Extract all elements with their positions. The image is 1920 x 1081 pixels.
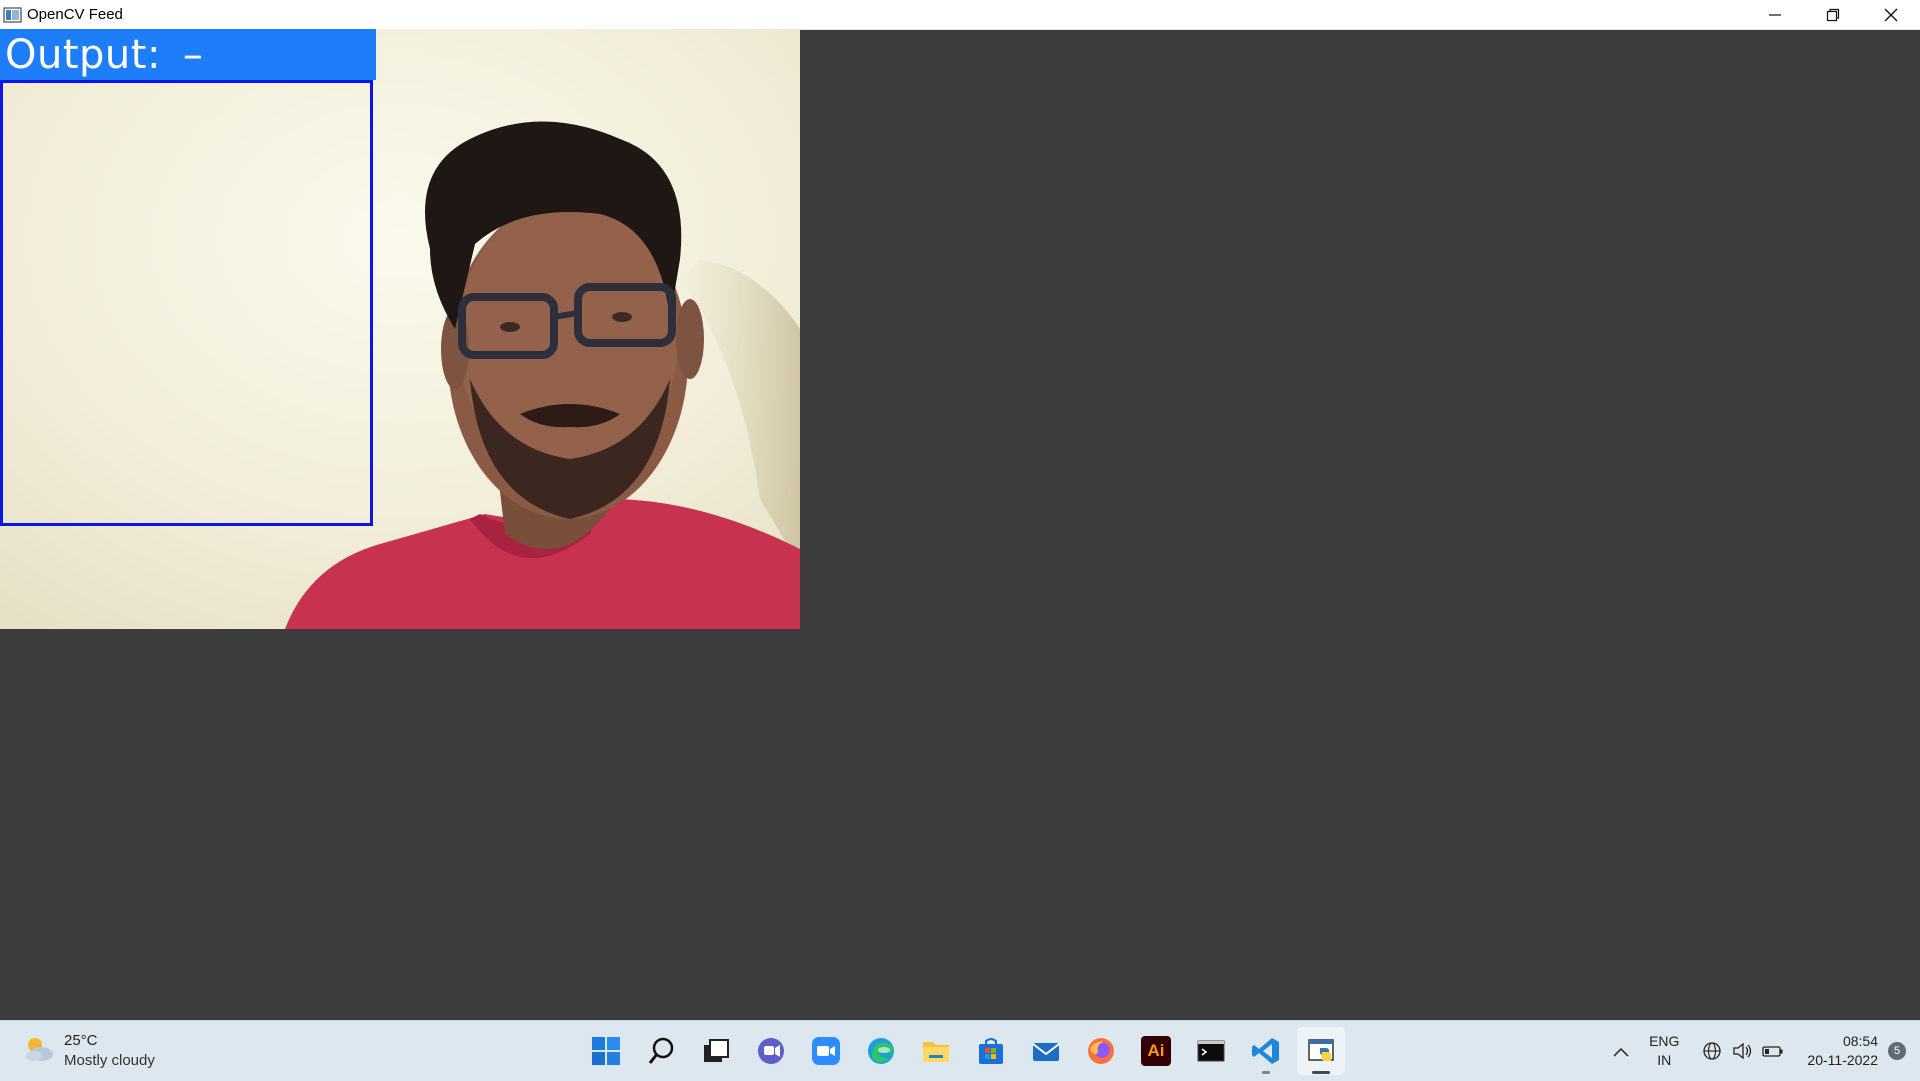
taskbar-clock[interactable]: 08:54 20-11-2022 [1807, 1032, 1878, 1070]
notification-badge[interactable]: 5 [1888, 1042, 1906, 1060]
speaker-icon [1733, 1042, 1752, 1060]
python-button[interactable] [1297, 1027, 1345, 1075]
running-indicator [1262, 1071, 1270, 1074]
window-title: OpenCV Feed [27, 6, 123, 23]
illustrator-button[interactable]: Ai [1132, 1027, 1180, 1075]
mail-button[interactable] [1022, 1027, 1070, 1075]
edge-icon [868, 1038, 894, 1064]
minimize-icon [1769, 13, 1781, 16]
python-icon [1308, 1039, 1334, 1061]
firefox-button[interactable] [1077, 1027, 1125, 1075]
battery-button[interactable] [1762, 1041, 1784, 1061]
output-label: Output: [5, 31, 161, 78]
teams-chat-icon [758, 1038, 784, 1064]
zoom-button[interactable] [802, 1027, 850, 1075]
close-button[interactable] [1862, 0, 1920, 29]
task-view-button[interactable] [692, 1027, 740, 1075]
microsoft-store-icon [979, 1038, 1003, 1064]
opencv-app-icon [3, 6, 23, 24]
language-indicator[interactable]: ENG IN [1649, 1032, 1679, 1070]
search-icon [648, 1037, 674, 1064]
network-button[interactable] [1702, 1041, 1722, 1061]
restore-icon [1826, 8, 1840, 21]
globe-network-icon [1703, 1042, 1722, 1060]
weather-widget[interactable]: 25°C Mostly cloudy [22, 1031, 155, 1071]
window-titlebar[interactable]: OpenCV Feed [0, 0, 1920, 30]
file-explorer-icon [923, 1042, 949, 1062]
microsoft-store-button[interactable] [967, 1027, 1015, 1075]
minimize-button[interactable] [1746, 0, 1804, 29]
vscode-button[interactable] [1242, 1027, 1290, 1075]
teams-chat-button[interactable] [747, 1027, 795, 1075]
clock-time: 08:54 [1842, 1033, 1878, 1049]
chevron-up-icon [1613, 1047, 1629, 1057]
partly-cloudy-icon [22, 1034, 56, 1069]
output-value: – [182, 31, 204, 78]
camera-feed: Output: – [0, 29, 800, 629]
taskbar: 25°C Mostly cloudy Ai ENG IN 08:54 20-11… [0, 1020, 1920, 1081]
task-view-icon [704, 1039, 729, 1062]
weather-temperature: 25°C [64, 1032, 98, 1049]
illustrator-icon: Ai [1141, 1036, 1171, 1066]
start-icon [592, 1037, 620, 1065]
start-button[interactable] [582, 1027, 630, 1075]
search-button[interactable] [637, 1027, 685, 1075]
region-code: IN [1657, 1052, 1672, 1068]
clock-date: 20-11-2022 [1807, 1052, 1878, 1068]
show-hidden-icons-button[interactable] [1613, 1041, 1629, 1062]
weather-condition: Mostly cloudy [64, 1052, 155, 1069]
volume-button[interactable] [1732, 1041, 1752, 1061]
terminal-button[interactable] [1187, 1027, 1235, 1075]
terminal-icon [1197, 1040, 1225, 1062]
language-code: ENG [1649, 1033, 1680, 1049]
vscode-icon [1252, 1038, 1279, 1064]
close-icon [1884, 8, 1898, 21]
edge-button[interactable] [857, 1027, 905, 1075]
mail-icon [1032, 1043, 1060, 1061]
restore-button[interactable] [1804, 0, 1862, 29]
file-explorer-button[interactable] [912, 1027, 960, 1075]
active-indicator [1312, 1071, 1330, 1074]
roi-detection-box [0, 80, 373, 526]
firefox-icon [1088, 1038, 1114, 1064]
battery-icon [1762, 1046, 1783, 1057]
zoom-icon [812, 1037, 840, 1065]
output-banner: Output: – [0, 29, 376, 80]
